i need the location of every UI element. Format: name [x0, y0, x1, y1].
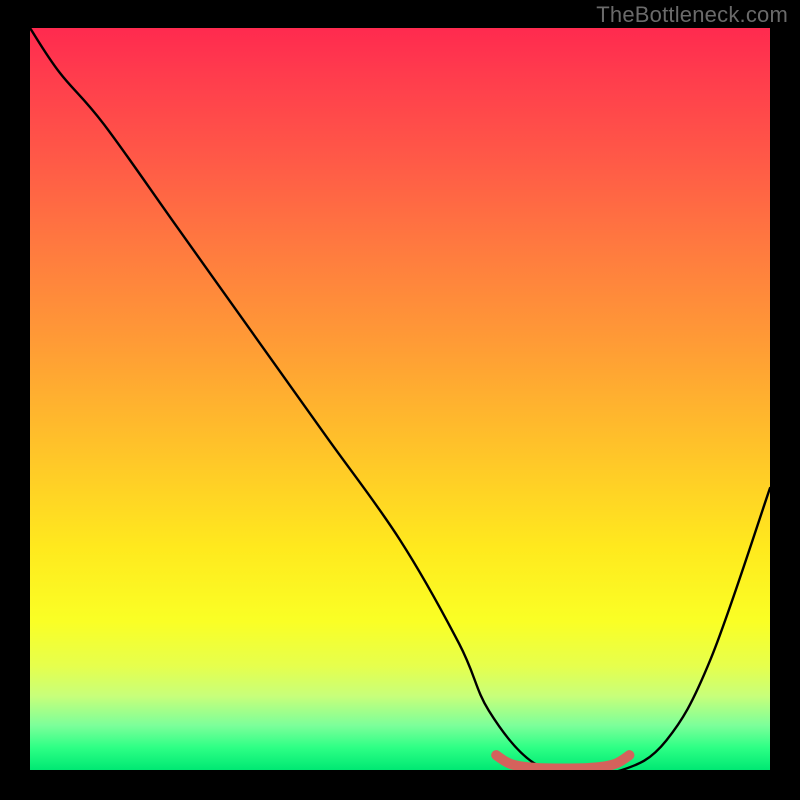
plot-area: [30, 28, 770, 770]
chart-frame: TheBottleneck.com: [0, 0, 800, 800]
curve-overlay: [30, 28, 770, 770]
bottleneck-curve-line: [30, 28, 770, 770]
optimal-range-highlight: [496, 755, 629, 768]
attribution-text: TheBottleneck.com: [596, 2, 788, 28]
